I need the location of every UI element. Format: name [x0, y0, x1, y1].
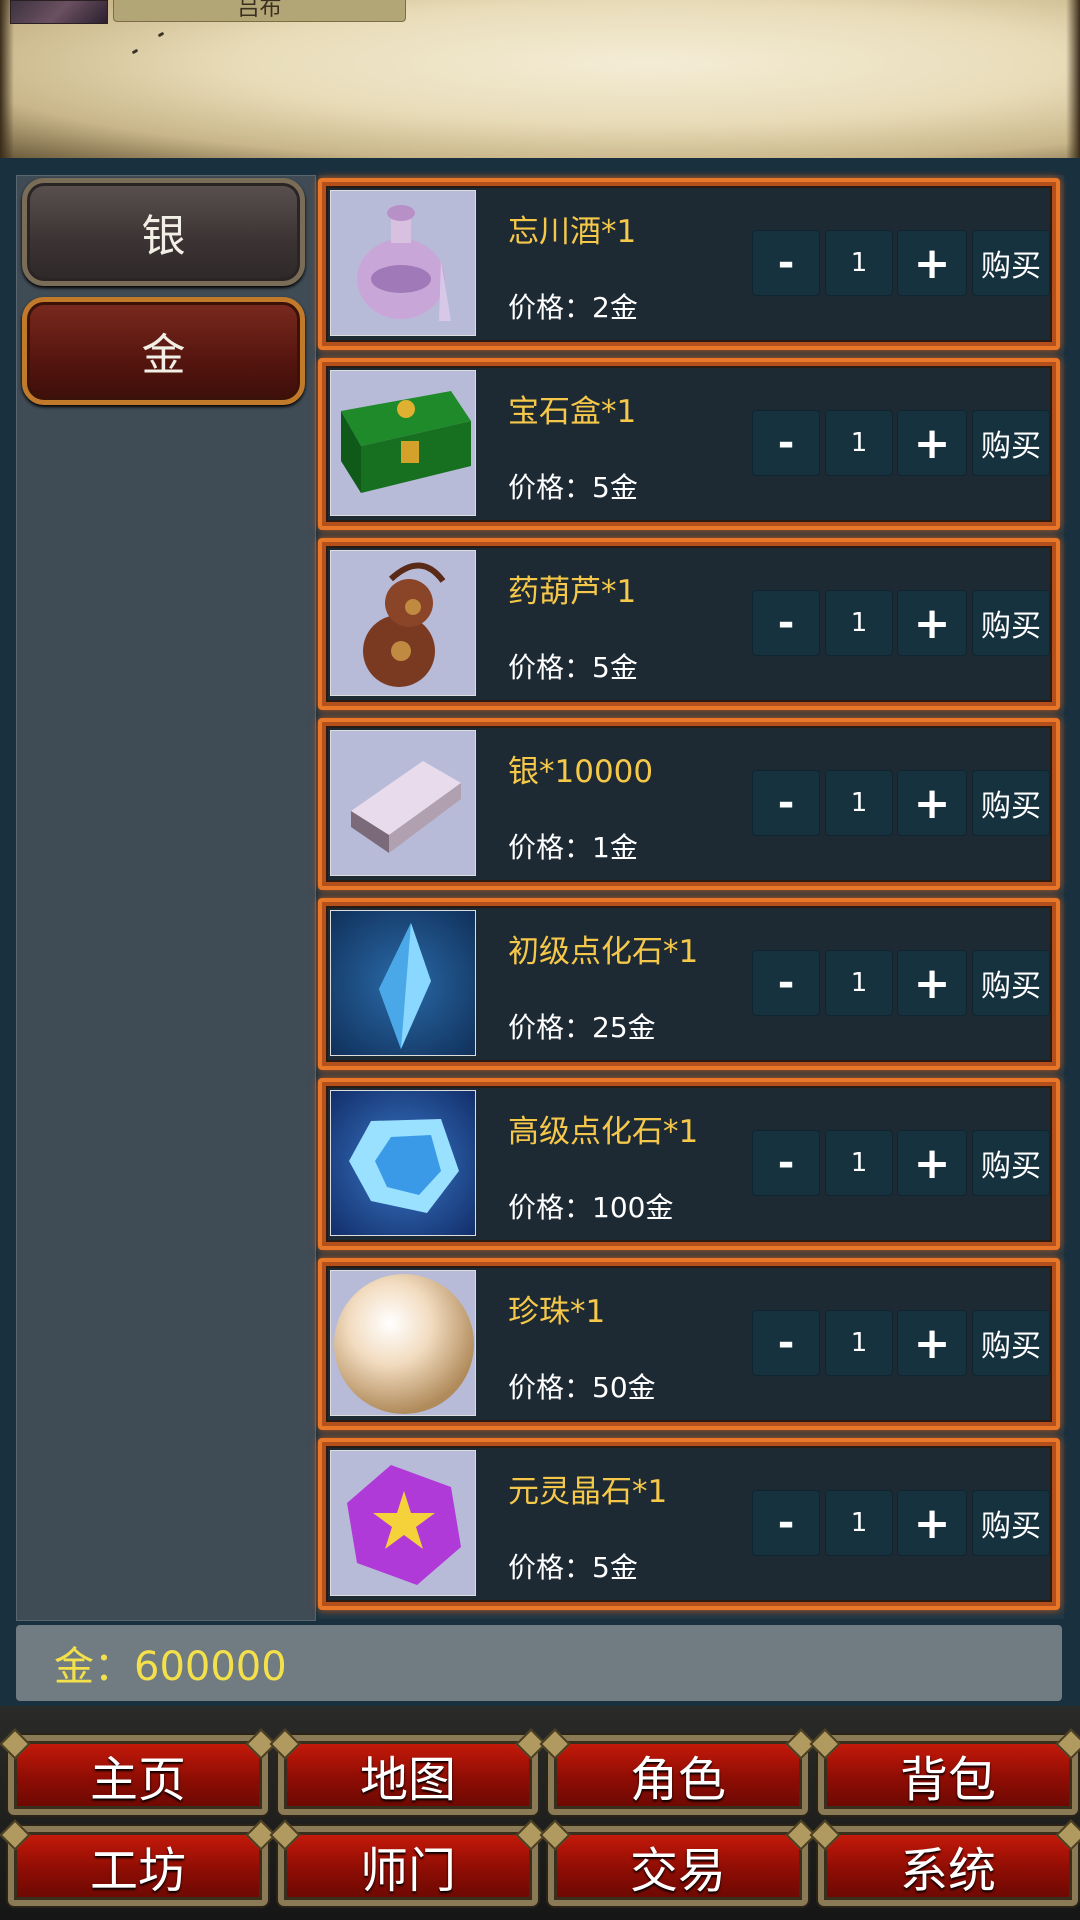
- increase-button[interactable]: +: [897, 950, 967, 1016]
- buy-button[interactable]: 购买: [972, 1490, 1050, 1556]
- item-name: 初级点化石*1: [508, 934, 699, 970]
- buy-button[interactable]: 购买: [972, 410, 1050, 476]
- item-name: 元灵晶石*1: [508, 1474, 668, 1510]
- item-price: 价格：1金: [508, 831, 638, 864]
- item-price: 价格：50金: [508, 1371, 656, 1404]
- decrease-button[interactable]: -: [752, 410, 820, 476]
- quantity-field[interactable]: 1: [825, 410, 893, 476]
- player-name: 吕布: [237, 0, 282, 21]
- buy-button[interactable]: 购买: [972, 1310, 1050, 1376]
- decrease-button[interactable]: -: [752, 590, 820, 656]
- buy-button[interactable]: 购买: [972, 1130, 1050, 1196]
- increase-button[interactable]: +: [897, 1310, 967, 1376]
- item-price: 价格：25金: [508, 1011, 656, 1044]
- item-price: 价格：5金: [508, 651, 638, 684]
- shop-item: 高级点化石*1 价格：100金 - 1 + 购买: [318, 1078, 1060, 1250]
- header-edge-shadow: [1066, 0, 1080, 158]
- category-tab-silver[interactable]: 银: [22, 178, 305, 286]
- buy-button[interactable]: 购买: [972, 950, 1050, 1016]
- shop-item: 初级点化石*1 价格：25金 - 1 + 购买: [318, 898, 1060, 1070]
- shop-item: 宝石盒*1 价格：5金 - 1 + 购买: [318, 358, 1060, 530]
- increase-button[interactable]: +: [897, 1130, 967, 1196]
- quantity-field[interactable]: 1: [825, 770, 893, 836]
- quantity-field[interactable]: 1: [825, 590, 893, 656]
- item-name: 珍珠*1: [508, 1294, 606, 1330]
- nav-home-button[interactable]: 主页: [8, 1735, 268, 1815]
- shop-item: 元灵晶石*1 价格：5金 - 1 + 购买: [318, 1438, 1060, 1610]
- nav-sect-button[interactable]: 师门: [278, 1826, 538, 1906]
- nav-trade-button[interactable]: 交易: [548, 1826, 808, 1906]
- item-price: 价格：5金: [508, 471, 638, 504]
- item-name: 药葫芦*1: [508, 574, 637, 610]
- increase-button[interactable]: +: [897, 230, 967, 296]
- increase-button[interactable]: +: [897, 590, 967, 656]
- quantity-field[interactable]: 1: [825, 950, 893, 1016]
- gold-balance: 金：600000: [16, 1625, 1062, 1701]
- player-avatar[interactable]: [10, 0, 108, 24]
- nav-workshop-button[interactable]: 工坊: [8, 1826, 268, 1906]
- nav-character-button[interactable]: 角色: [548, 1735, 808, 1815]
- item-price: 价格：100金: [508, 1191, 674, 1224]
- item-name: 宝石盒*1: [508, 394, 637, 430]
- ice-crystal-icon: [330, 1090, 476, 1236]
- increase-button[interactable]: +: [897, 410, 967, 476]
- parchment-speck: [157, 31, 165, 38]
- item-name: 忘川酒*1: [508, 214, 637, 250]
- quantity-field[interactable]: 1: [825, 230, 893, 296]
- decrease-button[interactable]: -: [752, 1310, 820, 1376]
- parchment-speck: [131, 48, 139, 55]
- category-label: 银: [141, 211, 186, 262]
- decrease-button[interactable]: -: [752, 770, 820, 836]
- gold-balance-text: 金：600000: [54, 1644, 287, 1690]
- quantity-field[interactable]: 1: [825, 1310, 893, 1376]
- buy-button[interactable]: 购买: [972, 230, 1050, 296]
- shop-item: 银*10000 价格：1金 - 1 + 购买: [318, 718, 1060, 890]
- category-tab-gold[interactable]: 金: [22, 297, 305, 405]
- nav-map-button[interactable]: 地图: [278, 1735, 538, 1815]
- increase-button[interactable]: +: [897, 770, 967, 836]
- buy-button[interactable]: 购买: [972, 770, 1050, 836]
- decrease-button[interactable]: -: [752, 1490, 820, 1556]
- decrease-button[interactable]: -: [752, 1130, 820, 1196]
- item-price: 价格：5金: [508, 1551, 638, 1584]
- wine-jar-icon: [330, 190, 476, 336]
- quantity-field[interactable]: 1: [825, 1490, 893, 1556]
- item-name: 高级点化石*1: [508, 1114, 699, 1150]
- shop-item: 珍珠*1 价格：50金 - 1 + 购买: [318, 1258, 1060, 1430]
- increase-button[interactable]: +: [897, 1490, 967, 1556]
- category-label: 金: [141, 330, 186, 381]
- item-name: 银*10000: [508, 754, 654, 790]
- decrease-button[interactable]: -: [752, 950, 820, 1016]
- medicine-gourd-icon: [330, 550, 476, 696]
- gem-chest-icon: [330, 370, 476, 516]
- purple-star-gem-icon: [330, 1450, 476, 1596]
- buy-button[interactable]: 购买: [972, 590, 1050, 656]
- nav-bag-button[interactable]: 背包: [818, 1735, 1078, 1815]
- quantity-field[interactable]: 1: [825, 1130, 893, 1196]
- silver-ingot-icon: [330, 730, 476, 876]
- item-price: 价格：2金: [508, 291, 638, 324]
- shop-item: 忘川酒*1 价格：2金 - 1 + 购买: [318, 178, 1060, 350]
- parchment-header: 吕布: [0, 0, 1080, 158]
- shop-item: 药葫芦*1 价格：5金 - 1 + 购买: [318, 538, 1060, 710]
- pearl-icon: [330, 1270, 476, 1416]
- blue-crystal-icon: [330, 910, 476, 1056]
- nav-system-button[interactable]: 系统: [818, 1826, 1078, 1906]
- player-name-plate: 吕布: [113, 0, 406, 22]
- decrease-button[interactable]: -: [752, 230, 820, 296]
